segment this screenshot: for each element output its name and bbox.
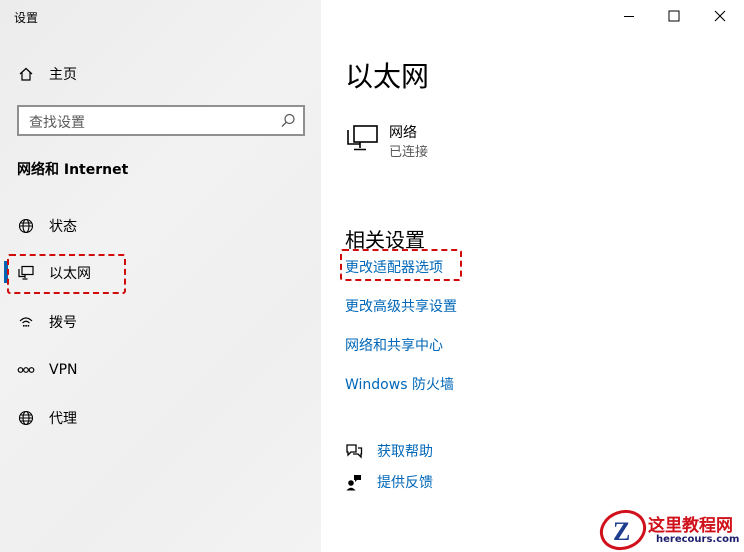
search-icon[interactable] <box>279 112 297 130</box>
sidebar-item-label: 拨号 <box>49 315 77 331</box>
svg-text:Z: Z <box>613 517 630 546</box>
watermark-logo: Z 这里教程网 herecours.com <box>596 508 744 552</box>
sidebar-item-dialup[interactable]: 拨号 <box>0 302 321 342</box>
network-status: 已连接 <box>389 145 429 160</box>
network-name[interactable]: 网络 <box>389 122 417 142</box>
highlight-box-adapter <box>340 249 462 281</box>
sidebar-item-home[interactable]: 主页 <box>0 54 321 94</box>
get-help-label: 获取帮助 <box>377 444 433 460</box>
vpn-icon <box>17 361 35 379</box>
home-icon <box>17 65 35 83</box>
watermark-title: 这里教程网 <box>648 516 733 536</box>
maximize-button[interactable] <box>664 6 684 26</box>
globe-icon <box>17 217 35 235</box>
sidebar: 设置 主页 查找设置 网络和 Internet 状态 以太网 拨号 VPN 代理 <box>0 0 321 552</box>
sidebar-item-label: 状态 <box>49 219 77 235</box>
watermark-url: herecours.com <box>656 534 740 545</box>
sidebar-item-home-label: 主页 <box>49 67 77 83</box>
sidebar-item-label: 代理 <box>49 411 77 427</box>
give-feedback-link[interactable]: 提供反馈 <box>345 471 545 493</box>
windows-firewall-link[interactable]: Windows 防火墙 <box>345 374 454 394</box>
give-feedback-label: 提供反馈 <box>377 475 433 491</box>
advanced-sharing-link[interactable]: 更改高级共享设置 <box>345 296 457 316</box>
dialup-icon <box>17 313 35 331</box>
page-title: 以太网 <box>345 60 430 93</box>
feedback-icon <box>345 473 363 491</box>
main-panel: 以太网 网络 已连接 相关设置 更改适配器选项 更改高级共享设置 网络和共享中心… <box>321 0 744 552</box>
network-sharing-center-link[interactable]: 网络和共享中心 <box>345 335 443 355</box>
sidebar-item-status[interactable]: 状态 <box>0 206 321 246</box>
minimize-button[interactable] <box>619 6 639 26</box>
search-placeholder: 查找设置 <box>29 115 85 131</box>
window-title: 设置 <box>14 11 39 25</box>
close-button[interactable] <box>710 6 730 26</box>
ethernet-network-icon <box>345 124 379 152</box>
help-chat-icon <box>345 442 363 460</box>
sidebar-item-proxy[interactable]: 代理 <box>0 398 321 438</box>
section-title: 网络和 Internet <box>17 162 129 178</box>
globe-icon <box>17 409 35 427</box>
search-input[interactable]: 查找设置 <box>17 105 305 136</box>
sidebar-item-label: VPN <box>49 362 78 378</box>
get-help-link[interactable]: 获取帮助 <box>345 440 545 462</box>
sidebar-item-vpn[interactable]: VPN <box>0 350 321 390</box>
highlight-box-ethernet <box>7 254 126 294</box>
